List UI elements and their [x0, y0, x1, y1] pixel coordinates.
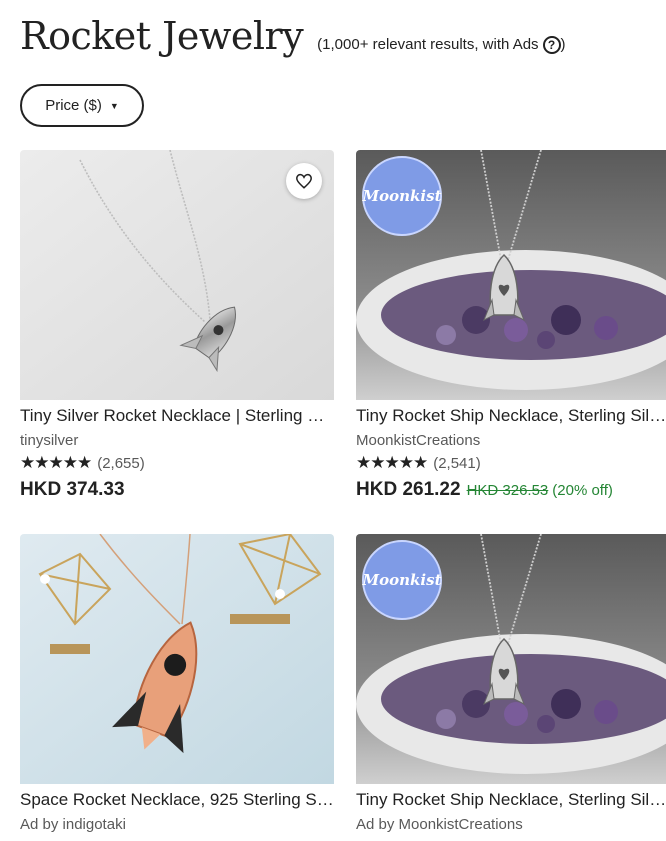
brand-badge-logo: Moonkist — [362, 540, 442, 620]
listing-title[interactable]: Tiny Silver Rocket Necklace | Sterling S… — [20, 406, 334, 426]
rating: ★★★★★ (2,541) — [356, 453, 666, 473]
price: HKD 261.22 HKD 326.53 (20% off) — [356, 479, 666, 501]
star-rating-icon: ★★★★★ — [356, 453, 428, 472]
badge-text: Moonkist — [362, 186, 442, 205]
listing-card[interactable]: Space Rocket Necklace, 925 Sterling Silv… — [20, 534, 334, 833]
listing-title[interactable]: Space Rocket Necklace, 925 Sterling Silv… — [20, 790, 334, 810]
current-price: HKD 374.33 — [20, 479, 125, 500]
results-text: (1,000+ relevant results, with Ads — [317, 36, 539, 53]
price-filter-button[interactable]: Price ($) ▼ — [20, 84, 144, 127]
listing-card[interactable]: Moonkist Tiny Rocket Ship Necklace, Ster… — [356, 150, 666, 501]
page-title: Rocket Jewelry — [20, 14, 304, 58]
review-count: (2,655) — [97, 454, 145, 472]
price: HKD 374.33 — [20, 479, 334, 501]
listing-title[interactable]: Tiny Rocket Ship Necklace, Sterling Silv… — [356, 790, 666, 810]
star-rating-icon: ★★★★★ — [20, 453, 92, 472]
listing-image[interactable] — [20, 534, 334, 784]
rating: ★★★★★ (2,655) — [20, 453, 334, 473]
current-price: HKD 261.22 — [356, 479, 461, 500]
discount: (20% off) — [552, 482, 613, 499]
results-count: (1,000+ relevant results, with Ads ? ) — [317, 35, 566, 54]
chevron-down-icon: ▼ — [109, 100, 119, 111]
gold-rocket-necklace-image — [20, 534, 334, 784]
shop-name[interactable]: MoonkistCreations — [356, 432, 666, 449]
shop-name[interactable]: Ad by MoonkistCreations — [356, 816, 666, 833]
shop-name[interactable]: tinysilver — [20, 432, 334, 449]
heart-outline-icon — [296, 173, 312, 189]
listing-title[interactable]: Tiny Rocket Ship Necklace, Sterling Silv… — [356, 406, 666, 426]
review-count: (2,541) — [433, 454, 481, 472]
listing-image[interactable] — [20, 150, 334, 400]
help-icon[interactable]: ? — [542, 35, 561, 54]
price-filter-label: Price ($) — [45, 97, 102, 114]
shop-name[interactable]: Ad by indigotaki — [20, 816, 334, 833]
listing-card[interactable]: Tiny Silver Rocket Necklace | Sterling S… — [20, 150, 334, 501]
brand-badge-logo: Moonkist — [362, 156, 442, 236]
listing-image[interactable]: Moonkist — [356, 534, 666, 784]
original-price: HKD 326.53 — [466, 482, 549, 499]
favorite-button[interactable] — [286, 163, 322, 199]
title-row: Rocket Jewelry (1,000+ relevant results,… — [20, 14, 566, 58]
listing-image[interactable]: Moonkist — [356, 150, 666, 400]
listing-card[interactable]: Moonkist Tiny Rocket Ship Necklace, Ster… — [356, 534, 666, 833]
results-close: ) — [560, 36, 566, 53]
badge-text: Moonkist — [362, 570, 442, 589]
